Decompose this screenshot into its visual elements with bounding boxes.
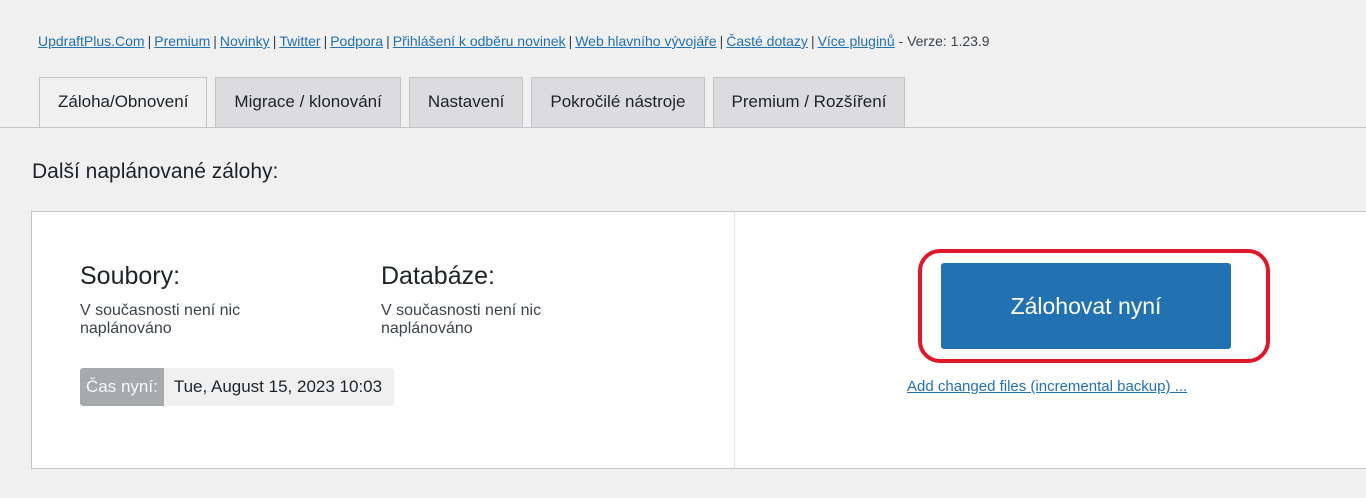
tab-premium-extensions[interactable]: Premium / Rozšíření [712,77,906,127]
separator: | [213,33,217,49]
section-title: Další naplánované zálohy: [32,160,279,183]
database-heading: Databáze: [381,262,495,290]
header-links: UpdraftPlus.Com | Premium | Novinky | Twitter |… [38,33,990,49]
link-novinky[interactable]: Novinky [220,33,270,49]
files-heading: Soubory: [80,262,181,290]
tab-advanced-tools[interactable]: Pokročilé nástroje [531,77,705,127]
tab-bar-divider [0,127,1366,128]
link-podpora[interactable]: Podpora [330,33,383,49]
tab-bar: Záloha/Obnovení Migrace / klonování Nast… [39,77,913,128]
link-more-plugins[interactable]: Více pluginů [818,33,895,49]
tab-backup-restore[interactable]: Záloha/Obnovení [39,77,208,128]
link-premium[interactable]: Premium [154,33,210,49]
database-status: V současnosti není nic naplánováno [381,302,542,337]
tab-migrate-clone[interactable]: Migrace / klonování [215,77,401,127]
separator: | [386,33,390,49]
separator: | [323,33,328,49]
link-updraftplus-com[interactable]: UpdraftPlus.Com [38,33,145,49]
link-newsletter[interactable]: Přihlášení k odběru novinek [393,33,566,49]
separator: | [719,33,724,49]
current-time-value: Tue, August 15, 2023 10:03 [163,368,395,406]
panel-divider [734,212,735,468]
link-lead-developer[interactable]: Web hlavního vývojáře [575,33,716,49]
scheduled-backups-panel: Soubory: V současnosti není nic naplánov… [31,211,1366,469]
link-faq[interactable]: Časté dotazy [726,33,808,49]
backup-now-button[interactable]: Zálohovat nyní [941,263,1231,349]
separator: | [147,33,152,49]
separator: | [810,33,815,49]
separator: | [568,33,573,49]
version-label: - Verze: 1.23.9 [898,33,990,49]
link-twitter[interactable]: Twitter [279,33,320,49]
incremental-backup-link[interactable]: Add changed files (incremental backup) .… [907,378,1187,395]
current-time-label: Čas nyní: [80,368,164,406]
files-status: V současnosti není nic naplánováno [80,302,241,337]
current-time: Čas nyní: Tue, August 15, 2023 10:03 [80,368,395,406]
separator: | [272,33,277,49]
tab-settings[interactable]: Nastavení [408,77,524,127]
database-schedule: Databáze: V současnosti není nic napláno… [381,262,611,338]
files-schedule: Soubory: V současnosti není nic naplánov… [80,262,310,338]
